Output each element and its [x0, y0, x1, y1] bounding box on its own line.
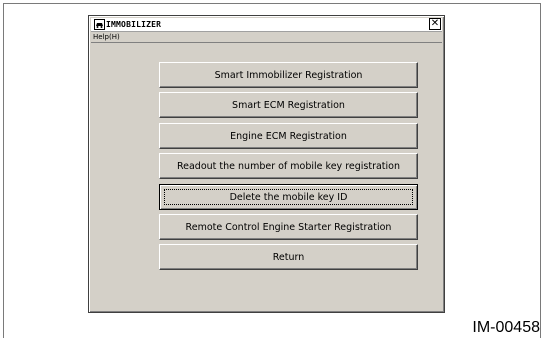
close-icon: ✕ [430, 18, 440, 29]
menu-item-help[interactable]: Help(H) [93, 32, 120, 42]
title-bar[interactable]: IMMOBILIZER ✕ [91, 18, 442, 32]
window-title: IMMOBILIZER [106, 20, 162, 29]
car-key-icon [94, 19, 105, 30]
smart-immobilizer-registration-button[interactable]: Smart Immobilizer Registration [159, 62, 418, 88]
button-label: Smart ECM Registration [232, 99, 345, 111]
engine-ecm-registration-button[interactable]: Engine ECM Registration [159, 123, 418, 149]
immobilizer-window: IMMOBILIZER ✕ Help(H) Smart Immobilizer … [88, 15, 445, 313]
button-label: Readout the number of mobile key registr… [176, 160, 401, 172]
button-label: Remote Control Engine Starter Registrati… [185, 221, 392, 233]
button-label: Delete the mobile key ID [229, 191, 348, 203]
readout-key-count-button[interactable]: Readout the number of mobile key registr… [159, 153, 418, 179]
close-button[interactable]: ✕ [429, 18, 441, 30]
figure-id-label: IM-00458 [472, 319, 540, 336]
menu-bar: Help(H) [91, 32, 442, 43]
button-label: Engine ECM Registration [230, 130, 347, 142]
delete-mobile-key-id-button[interactable]: Delete the mobile key ID [159, 184, 418, 210]
smart-ecm-registration-button[interactable]: Smart ECM Registration [159, 92, 418, 118]
button-panel: Smart Immobilizer Registration Smart ECM… [91, 44, 442, 310]
remote-engine-starter-registration-button[interactable]: Remote Control Engine Starter Registrati… [159, 214, 418, 240]
return-button[interactable]: Return [159, 244, 418, 270]
button-label: Return [272, 251, 305, 263]
button-label: Smart Immobilizer Registration [214, 69, 363, 81]
